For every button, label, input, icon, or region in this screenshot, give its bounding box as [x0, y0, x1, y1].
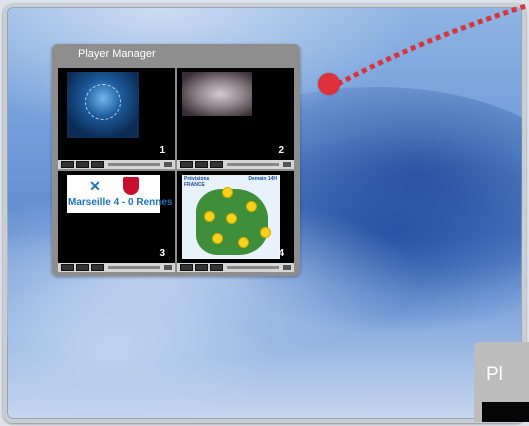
sun-icon	[222, 187, 233, 198]
side-panel-tab[interactable]: Pl	[474, 342, 529, 422]
side-tab-label: Pl	[486, 364, 503, 385]
volume-knob[interactable]	[283, 265, 291, 270]
stop-button-icon[interactable]	[210, 161, 223, 168]
sun-icon	[246, 201, 257, 212]
player-tile-3[interactable]: ✕ Marseille 4 - 0 Rennes 3	[58, 171, 175, 272]
play-button-icon[interactable]	[180, 264, 193, 271]
weather-thumbnail: Prévisions FRANCE Demain 14H	[182, 175, 280, 259]
player-number: 2	[278, 145, 284, 156]
pointer-dot[interactable]	[318, 73, 340, 95]
match-score: Marseille 4 - 0 Rennes	[68, 197, 173, 208]
play-button-icon[interactable]	[61, 264, 74, 271]
volume-slider-icon[interactable]	[108, 163, 160, 166]
marseille-logo-icon: ✕	[89, 178, 101, 194]
sun-icon	[238, 237, 249, 248]
player-grid: 1 2 ✕ Marseille 4 - 0 Rennes 3 Prévision…	[58, 68, 294, 272]
window-title: Player Manager	[78, 48, 156, 60]
stop-button-icon[interactable]	[210, 264, 223, 271]
player-number: 3	[159, 248, 165, 259]
weather-date: Demain 14H	[248, 176, 277, 182]
video-thumbnail	[182, 72, 252, 116]
player-controls	[58, 263, 175, 272]
sun-icon	[204, 211, 215, 222]
play-button-icon[interactable]	[61, 161, 74, 168]
player-number: 1	[159, 145, 165, 156]
player-controls	[177, 263, 294, 272]
video-thumbnail	[67, 72, 139, 138]
sun-icon	[226, 213, 237, 224]
volume-knob[interactable]	[164, 162, 172, 167]
player-controls	[177, 160, 294, 169]
pause-button-icon[interactable]	[195, 161, 208, 168]
rennes-logo-icon	[123, 177, 139, 195]
stop-button-icon[interactable]	[91, 264, 104, 271]
pause-button-icon[interactable]	[76, 161, 89, 168]
sun-icon	[212, 233, 223, 244]
play-button-icon[interactable]	[180, 161, 193, 168]
weather-title-line2: FRANCE	[184, 182, 205, 188]
sun-icon	[260, 227, 271, 238]
book-ring-graphic	[85, 84, 121, 120]
player-number: 4	[278, 248, 284, 259]
pause-button-icon[interactable]	[195, 264, 208, 271]
weather-title: Prévisions FRANCE	[184, 176, 209, 188]
volume-knob[interactable]	[164, 265, 172, 270]
player-tile-2[interactable]: 2	[177, 68, 294, 169]
volume-slider-icon[interactable]	[227, 163, 279, 166]
volume-slider-icon[interactable]	[227, 266, 279, 269]
player-tile-4[interactable]: Prévisions FRANCE Demain 14H 4	[177, 171, 294, 272]
volume-knob[interactable]	[283, 162, 291, 167]
volume-slider-icon[interactable]	[108, 266, 160, 269]
pause-button-icon[interactable]	[76, 264, 89, 271]
player-controls	[58, 160, 175, 169]
stop-button-icon[interactable]	[91, 161, 104, 168]
player-tile-1[interactable]: 1	[58, 68, 175, 169]
score-thumbnail: ✕ Marseille 4 - 0 Rennes	[67, 175, 173, 213]
player-manager-window[interactable]: Player Manager 1 2 ✕ Marseille 4 - 0 Ren…	[52, 44, 300, 276]
side-tab-footer	[482, 402, 529, 422]
